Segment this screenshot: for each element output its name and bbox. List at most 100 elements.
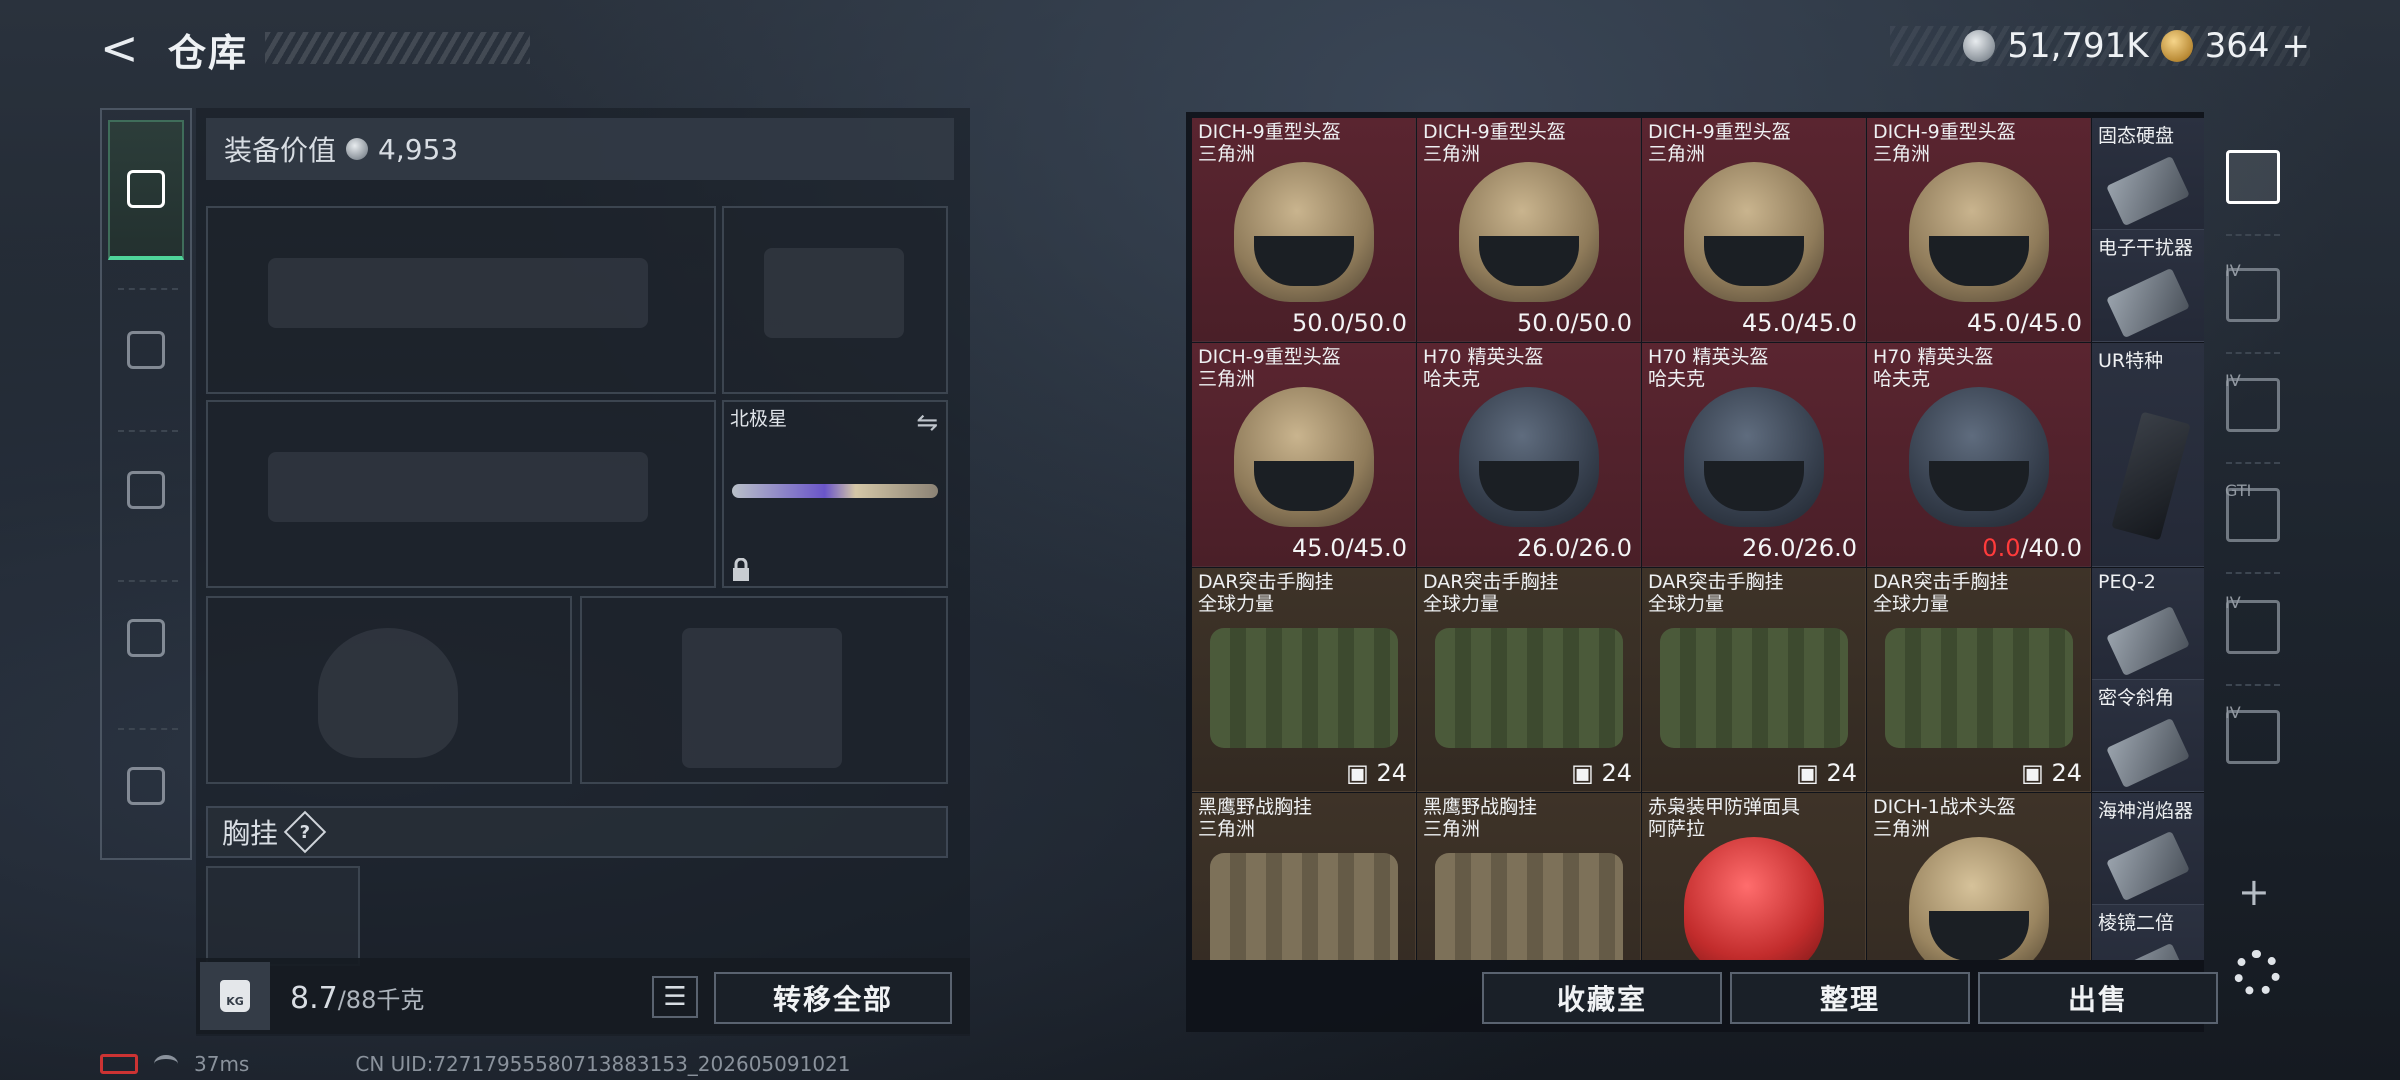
status-footer: 37ms CN UID:72717955580713883153_2026050… [100, 1052, 851, 1076]
nav-backpack[interactable] [108, 440, 184, 540]
nav-toolbox[interactable] [108, 736, 184, 836]
lock-icon [733, 558, 749, 581]
pistol-silhouette-icon [764, 248, 904, 338]
warehouse-small-item[interactable]: 棱镜二倍 [2092, 905, 2204, 960]
warehouse-small-item[interactable]: 固态硬盘 [2092, 118, 2204, 230]
vest-silhouette-icon [682, 628, 842, 768]
help-icon[interactable]: ? [283, 810, 327, 854]
warehouse-item[interactable]: DAR突击手胸挂 全球力量 ▣ 24 [1642, 568, 1866, 792]
warehouse-small-item[interactable]: PEQ-2 [2092, 568, 2204, 680]
silver-coin-icon [346, 138, 369, 160]
item-name: 黑鹰野战胸挂 三角洲 [1198, 796, 1313, 840]
attachment-icon [2106, 717, 2190, 789]
nav-weapons[interactable] [108, 120, 184, 260]
warehouse-item[interactable]: H70 精英头盔 哈夫克 26.0/26.0 [1642, 343, 1866, 567]
gear-icon[interactable] [2234, 950, 2280, 996]
swap-icon[interactable]: ⇋ [916, 408, 938, 438]
chest-rig-icon [1885, 628, 2073, 748]
attachment-icon [2106, 155, 2190, 227]
chest-rig-slot[interactable] [206, 866, 360, 966]
warehouse-item[interactable]: H70 精英头盔 哈夫克 0.0/40.0 [1867, 343, 2091, 567]
item-capacity: ▣ 24 [2021, 759, 2082, 787]
transfer-all-button[interactable]: 转移全部 [714, 972, 952, 1024]
sidearm-slot[interactable] [722, 206, 948, 394]
item-name: DICH-9重型头盔 三角洲 [1198, 346, 1341, 390]
back-arrow-icon[interactable]: < [100, 24, 146, 72]
item-name: UR特种 [2098, 350, 2164, 372]
armor-vest-icon [127, 331, 165, 369]
weight-current: 8.7 [290, 981, 338, 1016]
weight-icon: KG [200, 962, 270, 1030]
warehouse-small-item[interactable]: 海神消焰器 [2092, 793, 2204, 905]
collection-room-button[interactable]: 收藏室 [1482, 972, 1722, 1024]
item-name: PEQ-2 [2098, 571, 2156, 593]
silver-currency-value: 51,791K [2007, 26, 2149, 66]
primary-weapon-slot[interactable] [206, 206, 716, 394]
chest-rig-icon [1660, 628, 1848, 748]
add-storage-button[interactable]: + [2238, 870, 2270, 914]
weight-max: /88千克 [337, 986, 425, 1014]
warehouse-item[interactable]: DAR突击手胸挂 全球力量 ▣ 24 [1417, 568, 1641, 792]
equipment-value: 4,953 [378, 132, 459, 166]
warehouse-item[interactable]: 黑鹰野战胸挂 三角洲 [1417, 793, 1641, 960]
warehouse-item[interactable]: DAR突击手胸挂 全球力量 ▣ 24 [1867, 568, 2091, 792]
item-name: DAR突击手胸挂 全球力量 [1423, 571, 1559, 615]
backpack-icon [127, 471, 165, 509]
warehouse-small-item[interactable]: UR特种 [2092, 343, 2204, 567]
warehouse-item[interactable]: H70 精英头盔 哈夫克 26.0/26.0 [1417, 343, 1641, 567]
add-gold-button[interactable]: + [2282, 26, 2311, 66]
warehouse-item[interactable]: DICH-9重型头盔 三角洲 45.0/45.0 [1642, 118, 1866, 342]
item-name: DICH-9重型头盔 三角洲 [1648, 121, 1791, 165]
helmet-slot[interactable] [206, 596, 572, 784]
item-name: 赤枭装甲防弹面具 阿萨拉 [1648, 796, 1801, 840]
storage-tier-tag: IV [2225, 703, 2241, 722]
item-name: H70 精英头盔 哈夫克 [1873, 346, 1994, 390]
warehouse-item[interactable]: DICH-9重型头盔 三角洲 45.0/45.0 [1192, 343, 1416, 567]
item-capacity: ▣ 24 [1796, 759, 1857, 787]
chest-rig-icon [127, 619, 165, 657]
storage-tier-tag: IV [2225, 371, 2241, 390]
storage-case-icon[interactable]: IV [2225, 261, 2280, 322]
list-icon: ☰ [663, 982, 687, 1012]
warehouse-item[interactable]: DICH-9重型头盔 三角洲 45.0/45.0 [1867, 118, 2091, 342]
item-name: DICH-1战术头盔 三角洲 [1873, 796, 2016, 840]
chest-rig-icon [1210, 853, 1398, 960]
warehouse-item[interactable]: DICH-9重型头盔 三角洲 50.0/50.0 [1417, 118, 1641, 342]
nav-armor[interactable] [108, 300, 184, 400]
item-name: DAR突击手胸挂 全球力量 [1873, 571, 2009, 615]
pistol-icon [127, 170, 165, 208]
safe-house-icon[interactable] [2226, 150, 2280, 204]
secondary-weapon-slot[interactable] [206, 400, 716, 588]
chest-rig-section-label: 胸挂 [222, 817, 279, 850]
melee-slot[interactable]: 北极星 ⇋ [722, 400, 948, 588]
list-view-button[interactable]: ☰ [652, 976, 698, 1018]
storage-case-icon[interactable]: IV [2225, 371, 2280, 432]
warehouse-item[interactable]: 赤枭装甲防弹面具 阿萨拉 [1642, 793, 1866, 960]
warehouse-small-item[interactable]: 密令斜角 [2092, 680, 2204, 792]
item-name: 密令斜角 [2098, 687, 2175, 709]
storage-tier-tag: IV [2225, 261, 2241, 280]
item-name: DICH-9重型头盔 三角洲 [1873, 121, 2016, 165]
storage-case-icon[interactable]: IV [2225, 593, 2280, 654]
storage-tier-tag: IV [2225, 593, 2241, 612]
knife-icon [732, 484, 938, 498]
warehouse-item[interactable]: DAR突击手胸挂 全球力量 ▣ 24 [1192, 568, 1416, 792]
body-armor-slot[interactable] [580, 596, 948, 784]
gold-currency-value: 364 [2204, 26, 2270, 66]
helmet-silhouette-icon [318, 628, 458, 758]
item-name: H70 精英头盔 哈夫克 [1648, 346, 1769, 390]
warehouse-item[interactable]: DICH-9重型头盔 三角洲 50.0/50.0 [1192, 118, 1416, 342]
currency-bar: 51,791K 364 + [1890, 26, 2310, 66]
warehouse-small-item[interactable]: 电子干扰器 [2092, 230, 2204, 342]
item-durability: 45.0/45.0 [1292, 534, 1407, 562]
warehouse-item[interactable]: DICH-1战术头盔 三角洲 [1867, 793, 2091, 960]
sell-button[interactable]: 出售 [1978, 972, 2218, 1024]
weight-readout: 8.7/88千克 [290, 980, 424, 1016]
nav-chest-rig[interactable] [108, 588, 184, 688]
chest-rig-icon [1435, 628, 1623, 748]
sort-button[interactable]: 整理 [1730, 972, 1970, 1024]
storage-case-icon[interactable]: IV [2225, 703, 2280, 764]
storage-case-icon[interactable]: GTI [2225, 481, 2280, 542]
wifi-icon [154, 1055, 178, 1073]
warehouse-item[interactable]: 黑鹰野战胸挂 三角洲 [1192, 793, 1416, 960]
